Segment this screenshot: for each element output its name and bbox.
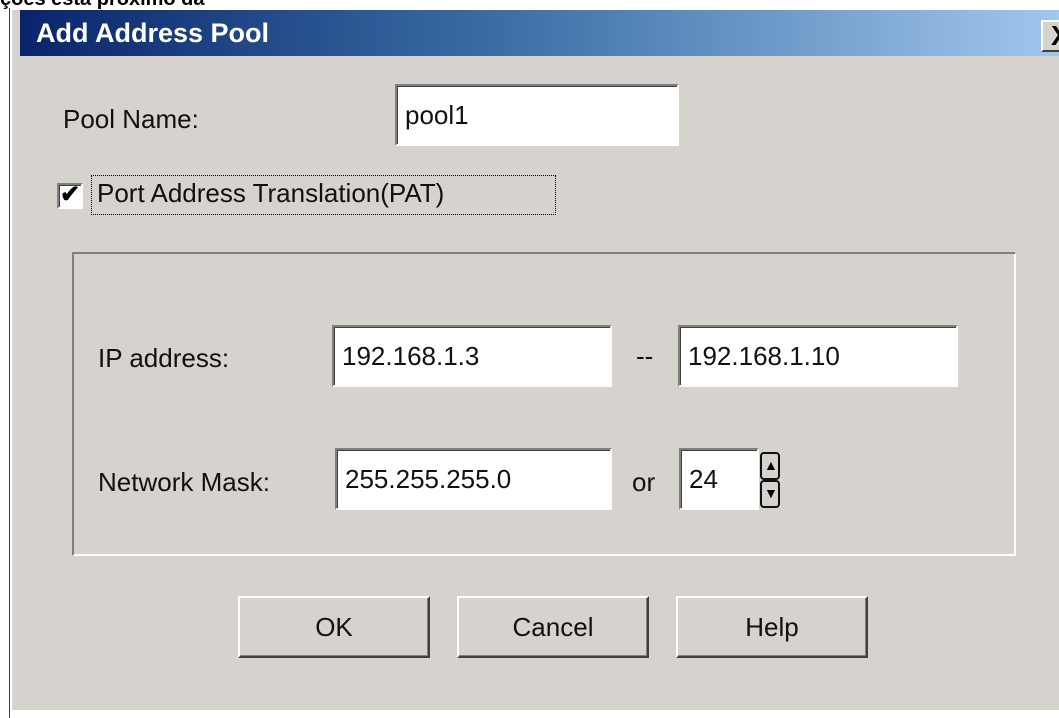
ip-range-separator: --	[636, 341, 654, 371]
prefix-spinner: ▲ ▼	[760, 450, 782, 510]
help-button[interactable]: Help	[676, 596, 868, 658]
pat-label[interactable]: Port Address Translation(PAT)	[97, 178, 444, 208]
dialog-title: Add Address Pool	[36, 18, 270, 48]
spinner-down-button[interactable]: ▼	[760, 480, 780, 508]
checkmark-icon: ✔	[60, 181, 81, 208]
pool-name-input[interactable]	[395, 84, 679, 146]
ip-end-input[interactable]	[678, 325, 958, 387]
ok-button[interactable]: OK	[238, 596, 430, 658]
cancel-button[interactable]: Cancel	[457, 596, 649, 658]
spinner-up-icon: ▲	[764, 457, 778, 473]
close-button[interactable]: X	[1041, 20, 1059, 52]
prefix-length-input[interactable]	[679, 448, 759, 510]
close-icon: X	[1051, 20, 1059, 52]
ip-start-input[interactable]	[332, 325, 612, 387]
title-bar[interactable]: Add Address Pool X	[20, 10, 1059, 56]
or-label: or	[632, 467, 656, 497]
spinner-down-icon: ▼	[764, 485, 778, 501]
network-mask-label: Network Mask:	[98, 467, 270, 497]
pat-checkbox[interactable]: ✔	[57, 181, 83, 209]
address-groupbox	[72, 252, 1016, 556]
network-mask-input[interactable]	[335, 448, 612, 510]
ip-address-label: IP address:	[98, 343, 230, 373]
spinner-up-button[interactable]: ▲	[760, 452, 780, 480]
pool-name-label: Pool Name:	[63, 104, 199, 134]
